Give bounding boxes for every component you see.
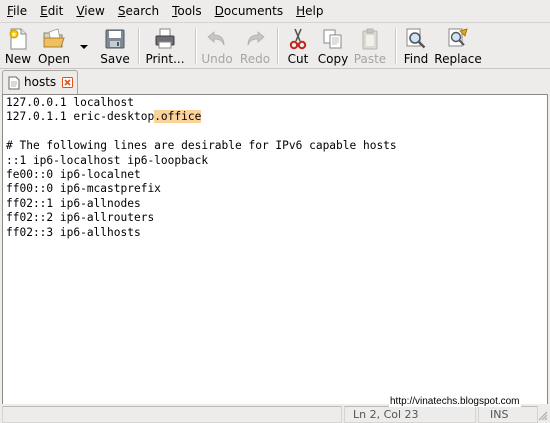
line-text: ff02::2 ip6-allrouters bbox=[6, 211, 155, 225]
undo-label: Undo bbox=[201, 52, 233, 66]
menubar: File Edit View Search Tools Documents He… bbox=[0, 0, 550, 23]
editor-line: ::1 ip6-localhost ip6-loopback bbox=[6, 154, 397, 168]
menu-tools[interactable]: Tools bbox=[165, 0, 208, 22]
menu-view[interactable]: View bbox=[69, 0, 110, 22]
editor-line: ff02::2 ip6-allrouters bbox=[6, 211, 397, 225]
document-tabs: hosts bbox=[0, 69, 550, 95]
menu-edit[interactable]: Edit bbox=[33, 0, 69, 22]
find-button[interactable]: Find bbox=[402, 25, 430, 66]
find-magnifier-icon bbox=[406, 28, 426, 49]
find-label: Find bbox=[403, 52, 429, 66]
insert-mode: INS bbox=[490, 408, 509, 421]
cursor-position: Ln 2, Col 23 bbox=[353, 408, 419, 421]
text-file-icon bbox=[8, 76, 20, 90]
open-folder-icon bbox=[43, 28, 65, 48]
editor-line: ff00::0 ip6-mcastprefix bbox=[6, 182, 397, 196]
editor-line: 127.0.1.1 eric-desktop.office bbox=[6, 110, 397, 124]
menu-help[interactable]: Help bbox=[289, 0, 329, 22]
save-label: Save bbox=[100, 52, 130, 66]
replace-icon bbox=[448, 28, 468, 47]
toolbar-separator bbox=[277, 28, 279, 64]
print-button[interactable]: Print... bbox=[145, 25, 185, 66]
line-text: # The following lines are desirable for … bbox=[6, 139, 397, 153]
open-recent-dropdown[interactable] bbox=[77, 25, 91, 65]
line-text: ff00::0 ip6-mcastprefix bbox=[6, 182, 161, 196]
editor-line: fe00::0 ip6-localnet bbox=[6, 168, 397, 182]
redo-button[interactable]: Redo bbox=[239, 25, 271, 66]
line-text: ff02::3 ip6-allhosts bbox=[6, 225, 141, 239]
print-label: Print... bbox=[145, 52, 185, 66]
editor-line: ff02::3 ip6-allhosts bbox=[6, 226, 397, 240]
save-button[interactable]: Save bbox=[99, 25, 131, 66]
replace-label: Replace bbox=[434, 52, 482, 66]
save-disk-icon bbox=[105, 29, 125, 49]
copy-button[interactable]: Copy bbox=[316, 25, 350, 66]
text-editor[interactable]: 127.0.0.1 localhost 127.0.1.1 eric-deskto… bbox=[2, 94, 548, 405]
cut-label: Cut bbox=[287, 52, 309, 66]
toolbar: New Open Save Print... Undo Redo Cut Cop… bbox=[0, 23, 550, 69]
editor-lines: 127.0.0.1 localhost 127.0.1.1 eric-deskto… bbox=[6, 96, 397, 240]
tab-hosts[interactable]: hosts bbox=[2, 70, 78, 95]
close-tab-icon[interactable] bbox=[62, 77, 73, 88]
toolbar-separator bbox=[395, 28, 397, 64]
open-button[interactable]: Open bbox=[37, 25, 71, 66]
editor-line: ff02::1 ip6-allnodes bbox=[6, 197, 397, 211]
line-text: 127.0.1.1 eric-desktop bbox=[6, 110, 155, 124]
open-label: Open bbox=[37, 52, 71, 66]
redo-label: Redo bbox=[239, 52, 271, 66]
menu-file[interactable]: File bbox=[0, 0, 33, 22]
copy-label: Copy bbox=[317, 52, 349, 66]
paste-clipboard-icon bbox=[362, 28, 378, 50]
status-message-field bbox=[2, 406, 342, 423]
toolbar-separator bbox=[138, 28, 140, 64]
replace-button[interactable]: Replace bbox=[434, 25, 482, 66]
line-text: fe00::0 ip6-localnet bbox=[6, 167, 141, 181]
editor-line: # The following lines are desirable for … bbox=[6, 139, 397, 153]
line-text: ::1 ip6-localhost ip6-loopback bbox=[6, 153, 209, 167]
line-text: ff02::1 ip6-allnodes bbox=[6, 196, 141, 210]
redo-arrow-icon bbox=[247, 31, 265, 46]
toolbar-separator bbox=[195, 28, 197, 64]
new-button[interactable]: New bbox=[3, 25, 33, 66]
editor-line: 127.0.0.1 localhost bbox=[6, 96, 397, 110]
watermark-url: http://vinatechs.blogspot.com bbox=[389, 396, 521, 407]
paste-button[interactable]: Paste bbox=[353, 25, 387, 66]
tab-label: hosts bbox=[24, 75, 57, 89]
selected-text: .office bbox=[154, 110, 202, 124]
scissors-icon bbox=[289, 28, 307, 50]
paste-label: Paste bbox=[353, 52, 387, 66]
menu-search[interactable]: Search bbox=[111, 0, 165, 22]
printer-icon bbox=[155, 28, 175, 49]
chevron-down-icon bbox=[80, 45, 88, 49]
copy-documents-icon bbox=[323, 29, 342, 49]
undo-button[interactable]: Undo bbox=[201, 25, 233, 66]
cut-button[interactable]: Cut bbox=[283, 25, 313, 66]
new-document-icon bbox=[9, 28, 27, 50]
undo-arrow-icon bbox=[207, 31, 225, 46]
menu-documents[interactable]: Documents bbox=[208, 0, 289, 22]
resize-grip-icon[interactable] bbox=[538, 411, 548, 421]
line-text: 127.0.0.1 localhost bbox=[6, 96, 134, 109]
new-label: New bbox=[4, 52, 32, 66]
